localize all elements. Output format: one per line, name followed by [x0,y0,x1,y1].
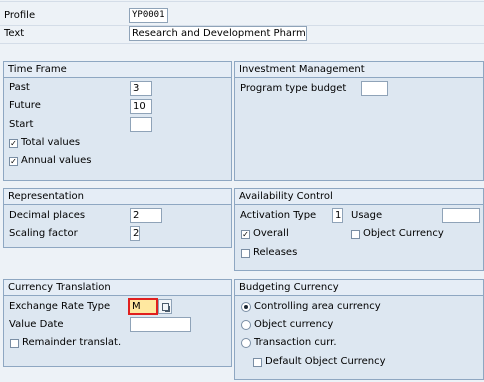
total-values-checkbox[interactable]: ✓ [9,139,18,148]
past-label: Past [9,82,30,93]
controlling-area-label: Controlling area currency [254,301,381,312]
program-type-field[interactable] [361,81,388,96]
value-date-field[interactable] [130,317,191,332]
investment-management-title: Investment Management [235,62,483,78]
default-object-currency-checkbox[interactable] [253,358,262,367]
scaling-factor-label: Scaling factor [9,228,78,239]
header-divider-bottom [0,43,484,44]
usage-label: Usage [351,210,383,221]
text-label: Text [4,28,25,39]
budgeting-currency-group: Budgeting Currency Controlling area curr… [234,279,484,380]
availability-control-title: Availability Control [235,189,483,205]
releases-label: Releases [253,247,298,258]
exchange-rate-label: Exchange Rate Type [9,301,111,312]
check-icon: ✓ [242,230,249,239]
releases-checkbox[interactable] [241,249,250,258]
decimal-places-label: Decimal places [9,210,86,221]
overall-checkbox[interactable]: ✓ [241,230,250,239]
time-frame-group: Time Frame Past 3 Future 10 Start ✓ Tota… [3,61,232,181]
transaction-currency-label: Transaction curr. [254,337,337,348]
transaction-currency-radio[interactable] [241,338,251,348]
overall-label: Overall [253,228,289,239]
scaling-factor-field[interactable]: 2 [130,226,140,241]
annual-values-checkbox[interactable]: ✓ [9,157,18,166]
profile-field[interactable]: YP0001 [129,8,168,23]
availability-control-group: Availability Control Activation Type 1 U… [234,188,484,271]
budgeting-currency-title: Budgeting Currency [235,280,483,296]
text-field[interactable]: Research and Development Pharm [129,26,307,41]
object-currency-radio[interactable] [241,320,251,330]
investment-management-group: Investment Management Program type budge… [234,61,484,181]
currency-translation-group: Currency Translation Exchange Rate Type … [3,279,232,367]
default-object-currency-label: Default Object Currency [265,356,386,367]
check-icon: ✓ [10,139,17,148]
total-values-label: Total values [21,137,81,148]
usage-field[interactable] [442,208,480,223]
future-field[interactable]: 10 [130,99,152,114]
annual-values-label: Annual values [21,155,92,166]
activation-type-label: Activation Type [240,210,317,221]
representation-group: Representation Decimal places 2 Scaling … [3,188,232,248]
future-label: Future [9,100,41,111]
start-field[interactable] [130,117,152,132]
decimal-places-field[interactable]: 2 [130,208,162,223]
start-label: Start [9,119,34,130]
object-currency-radio-label: Object currency [254,319,334,330]
controlling-area-radio[interactable] [241,302,251,312]
value-date-label: Value Date [9,319,64,330]
activation-type-field[interactable]: 1 [332,208,343,223]
program-type-label: Program type budget [240,83,347,94]
exchange-rate-field[interactable]: M [128,298,158,315]
remainder-checkbox[interactable] [10,339,19,348]
currency-translation-title: Currency Translation [4,280,231,296]
time-frame-title: Time Frame [4,62,231,78]
object-currency-checkbox[interactable] [351,230,360,239]
object-currency-label: Object Currency [363,228,444,239]
value-help-icon[interactable] [158,299,172,314]
past-field[interactable]: 3 [130,81,152,96]
representation-title: Representation [4,189,231,205]
remainder-label: Remainder translat. [22,337,122,348]
check-icon: ✓ [10,157,17,166]
profile-label: Profile [4,10,36,21]
header-divider-top [0,1,484,2]
